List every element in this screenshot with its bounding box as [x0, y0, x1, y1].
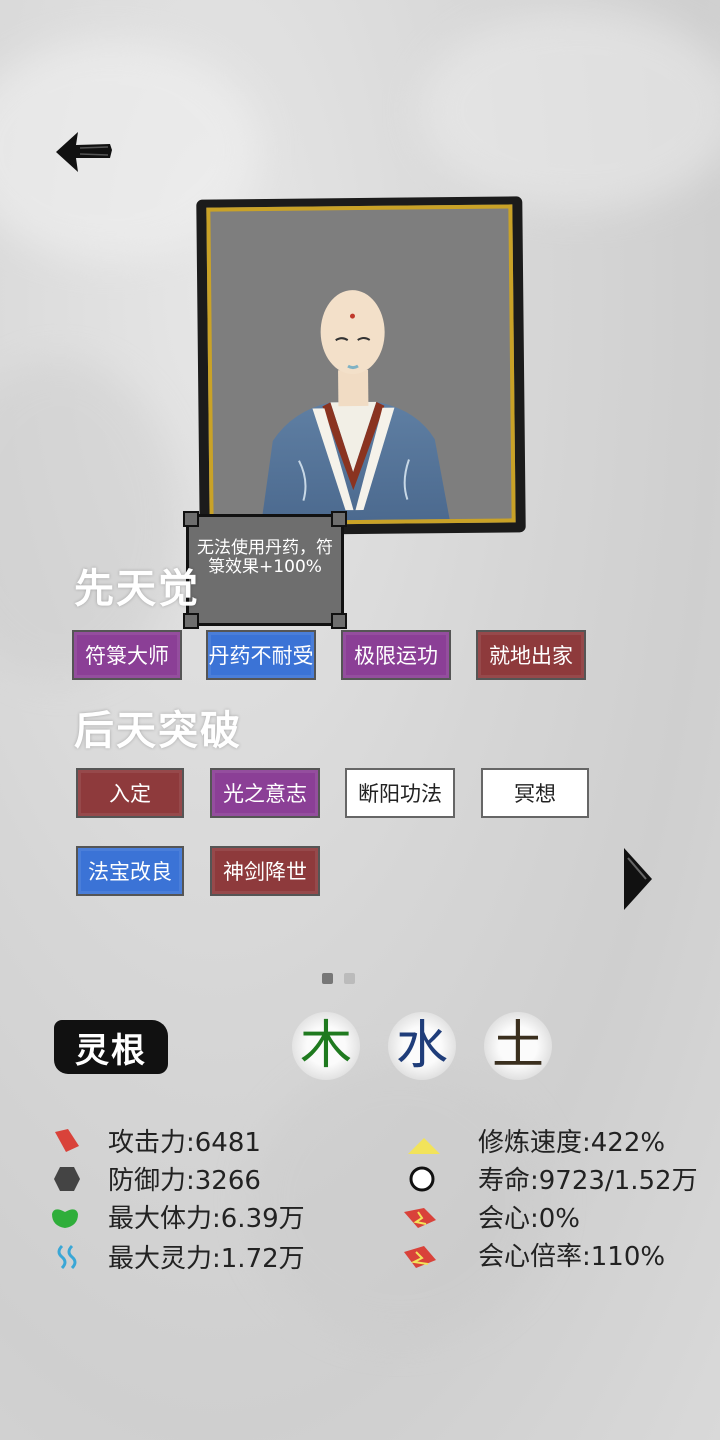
breakthrough-button[interactable]: 冥想 — [481, 768, 589, 818]
crit-multiplier-icon — [404, 1246, 436, 1268]
breakthrough-button[interactable]: 光之意志 — [210, 768, 320, 818]
trait-tooltip: 无法使用丹药，符箓效果+100% — [183, 511, 347, 629]
water-element-badge: 水 — [388, 1012, 456, 1080]
innate-trait-button[interactable]: 丹药不耐受 — [206, 630, 316, 680]
breakthrough-label: 神剑降世 — [223, 860, 307, 884]
lifespan-icon — [409, 1166, 435, 1192]
tooltip-text: 无法使用丹药，符箓效果+100% — [197, 538, 333, 577]
breakthrough-button[interactable]: 入定 — [76, 768, 184, 818]
lifespan-stat: 寿命:9723/1.52万 — [478, 1166, 698, 1196]
defense-icon — [54, 1167, 80, 1191]
trait-label: 符箓大师 — [85, 644, 169, 668]
cultivation-speed-icon — [408, 1138, 440, 1154]
innate-trait-button[interactable]: 极限运功 — [341, 630, 451, 680]
wood-element-badge: 木 — [292, 1012, 360, 1080]
max-spirit-power-stat: 最大灵力:1.72万 — [108, 1244, 305, 1274]
breakthrough-button[interactable]: 断阳功法 — [345, 768, 455, 818]
breakthrough-button[interactable]: 神剑降世 — [210, 846, 320, 896]
back-arrow-icon[interactable] — [52, 128, 116, 176]
page-indicator-dot — [344, 973, 355, 984]
attack-stat: 攻击力:6481 — [108, 1128, 261, 1158]
breakthrough-label: 断阳功法 — [358, 782, 442, 806]
spirit-root-label: 灵根 — [54, 1020, 168, 1074]
character-portrait-frame — [196, 196, 526, 536]
crit-icon — [404, 1208, 436, 1228]
breakthrough-button[interactable]: 法宝改良 — [76, 846, 184, 896]
crit-multiplier-stat: 会心倍率:110% — [478, 1242, 666, 1272]
breakthrough-label: 冥想 — [514, 782, 556, 806]
cultivation-speed-stat: 修炼速度:422% — [478, 1128, 666, 1158]
trait-label: 就地出家 — [489, 644, 573, 668]
defense-stat: 防御力:3266 — [108, 1166, 261, 1196]
page-indicator-dot-active — [322, 973, 333, 984]
breakthrough-label: 入定 — [109, 782, 151, 806]
breakthrough-label: 光之意志 — [223, 782, 307, 806]
earth-element-badge: 土 — [484, 1012, 552, 1080]
crit-stat: 会心:0% — [478, 1204, 581, 1234]
innate-trait-button[interactable]: 符箓大师 — [72, 630, 182, 680]
max-spirit-power-icon — [57, 1244, 77, 1270]
acquired-breakthrough-title: 后天突破 — [74, 708, 242, 754]
next-page-arrow-icon[interactable] — [622, 846, 654, 912]
max-hp-icon — [52, 1209, 78, 1228]
breakthrough-label: 法宝改良 — [88, 860, 172, 884]
innate-traits-title: 先天觉 — [74, 566, 200, 612]
innate-trait-button[interactable]: 就地出家 — [476, 630, 586, 680]
max-hp-stat: 最大体力:6.39万 — [108, 1204, 305, 1234]
character-portrait — [206, 204, 516, 526]
trait-label: 丹药不耐受 — [208, 644, 314, 668]
trait-label: 极限运功 — [354, 644, 438, 668]
attack-icon — [55, 1129, 79, 1152]
